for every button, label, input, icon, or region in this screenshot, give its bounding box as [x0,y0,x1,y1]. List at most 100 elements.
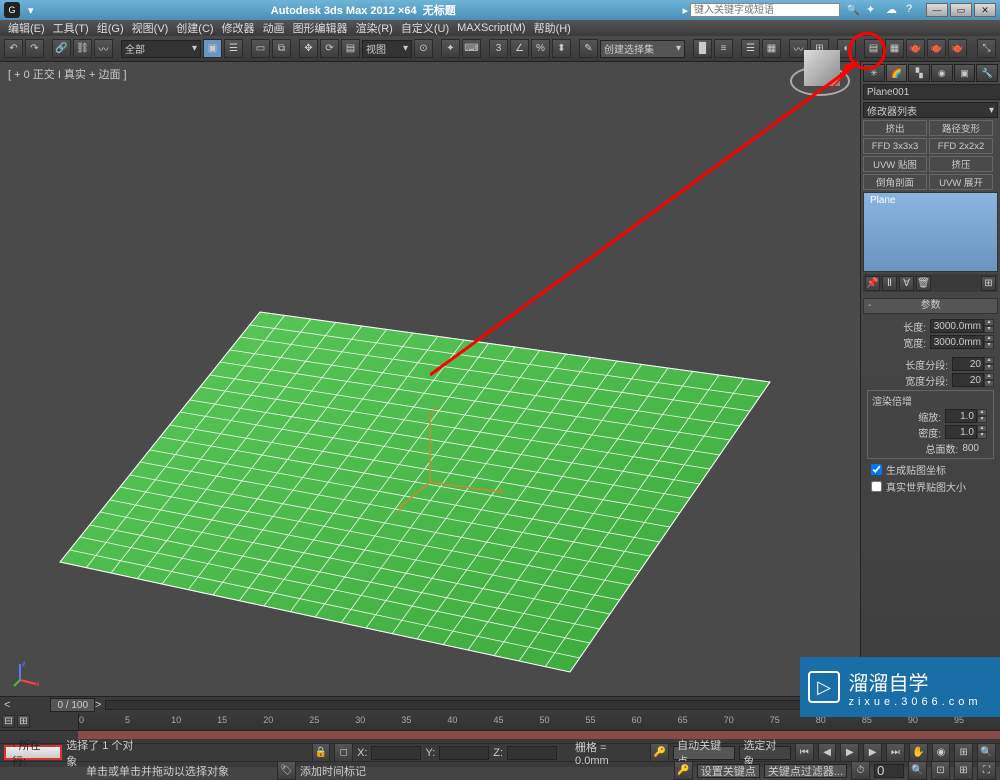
nav-fov-button[interactable]: 🔍 [977,743,996,762]
pivot-center-button[interactable]: ⊙ [414,39,433,58]
mirror-button[interactable]: ▐▌ [693,39,712,58]
keyboard-shortcut-button[interactable]: ⌨ [462,39,481,58]
link-button[interactable]: 🔗 [52,39,71,58]
btn-uvw-unwrap[interactable]: UVW 展开 [929,174,993,190]
nav-dolly-button[interactable]: ⊞ [954,743,973,762]
nav-zoomext-button[interactable]: ⊞ [954,761,973,780]
btn-ffd3[interactable]: FFD 3x3x3 [863,138,927,154]
edit-named-sel-button[interactable]: ✎ [579,39,598,58]
nav-arc-button[interactable]: ◉ [932,743,951,762]
timeline-icon-1[interactable]: ⊟ [2,715,15,728]
menu-customize[interactable]: 自定义(U) [399,20,451,36]
remove-modifier-button[interactable]: 🗑 [916,276,931,291]
isolate-button[interactable]: ◻ [334,743,353,762]
set-key-button[interactable]: 设置关键点 [697,764,760,778]
dropdown-icon[interactable]: ▾ [28,4,40,16]
btn-uvw-map[interactable]: UVW 贴图 [863,156,927,172]
viewport[interactable]: [ + 0 正交 I 真实 + 边面 ] [0,62,860,696]
btn-path-deform[interactable]: 路径变形 [929,120,993,136]
sel-set-dropdown[interactable]: 选定对象 [739,746,790,760]
spin-up[interactable]: ▴ [984,357,994,364]
wseg-input[interactable] [952,373,984,387]
unlink-button[interactable]: ⛓ [73,39,92,58]
x-coord-input[interactable] [371,746,421,760]
modifier-stack[interactable]: Plane [863,192,998,272]
z-coord-input[interactable] [507,746,557,760]
time-config-button[interactable]: ⏱ [851,761,870,780]
configure-modifier-button[interactable]: ⊞ [981,276,996,291]
graphite-button[interactable]: ▦ [762,39,781,58]
modifier-stack-item[interactable]: Plane [864,193,997,208]
spinner-snap-button[interactable]: ⬍ [552,39,571,58]
move-button[interactable]: ✥ [299,39,318,58]
length-input[interactable] [930,319,984,333]
menu-render[interactable]: 渲染(R) [354,20,395,36]
toolbar-end-button[interactable]: ⤡ [977,39,996,58]
minimize-button[interactable]: — [926,3,948,17]
percent-snap-button[interactable]: % [531,39,550,58]
add-time-tag-label[interactable]: 添加时间标记 [300,763,366,779]
tab-create[interactable]: ✳ [863,64,885,82]
btn-squeeze[interactable]: 挤压 [929,156,993,172]
prev-frame-button[interactable]: ◀ [818,743,837,762]
render-iterative-button[interactable]: 🫖 [948,39,967,58]
rotate-button[interactable]: ⟳ [320,39,339,58]
render-production-button[interactable]: 🫖 [927,39,946,58]
spin-up[interactable]: ▴ [984,335,994,342]
real-world-checkbox[interactable] [871,481,882,492]
rect-select-button[interactable]: ▭ [251,39,270,58]
nav-maximize-button[interactable]: ⛶ [977,761,996,780]
next-frame-button[interactable]: ▶ [863,743,882,762]
ref-coord-dropdown[interactable]: 视图▾ [362,40,412,58]
density-input[interactable] [945,425,977,439]
favorites-icon[interactable]: ✦ [866,3,880,17]
btn-chamfer[interactable]: 倒角剖面 [863,174,927,190]
viewport-label[interactable]: [ + 0 正交 I 真实 + 边面 ] [8,66,127,82]
tab-utilities[interactable]: 🔧 [976,64,998,82]
pin-stack-button[interactable]: 📌 [865,276,880,291]
spin-down[interactable]: ▾ [977,416,987,423]
menu-modifiers[interactable]: 修改器 [220,20,257,36]
btn-extrude[interactable]: 挤出 [863,120,927,136]
btn-ffd2[interactable]: FFD 2x2x2 [929,138,993,154]
goto-end-button[interactable]: ⏭ [886,743,905,762]
spin-down[interactable]: ▾ [984,380,994,387]
nav-pan-button[interactable]: ✋ [909,743,928,762]
scale-input[interactable] [945,409,977,423]
scale-button[interactable]: ▤ [341,39,360,58]
maximize-button[interactable]: ▭ [950,3,972,17]
binoculars-icon[interactable]: 🔍 [846,3,860,17]
menu-animation[interactable]: 动画 [261,20,287,36]
slider-next-icon[interactable]: > [95,699,101,711]
menu-views[interactable]: 视图(V) [130,20,171,36]
slider-prev-icon[interactable]: < [4,699,10,711]
spin-up[interactable]: ▴ [984,373,994,380]
spin-down[interactable]: ▾ [984,326,994,333]
tab-display[interactable]: ▣ [954,64,976,82]
y-coord-input[interactable] [439,746,489,760]
spin-up[interactable]: ▴ [977,425,987,432]
select-by-name-button[interactable]: ☰ [224,39,243,58]
show-end-result-button[interactable]: Ⅱ [882,276,897,291]
spin-down[interactable]: ▾ [977,432,987,439]
redo-button[interactable]: ↷ [25,39,44,58]
spin-down[interactable]: ▾ [984,364,994,371]
help-search-input[interactable] [690,3,840,17]
menu-help[interactable]: 帮助(H) [532,20,573,36]
tab-hierarchy[interactable]: ▚ [908,64,930,82]
menu-tools[interactable]: 工具(T) [51,20,91,36]
auto-key-button[interactable]: 自动关键点 [673,746,735,760]
viewcube[interactable] [790,66,850,96]
window-crossing-button[interactable]: ⧉ [272,39,291,58]
tab-motion[interactable]: ◉ [931,64,953,82]
modifier-list-dropdown[interactable]: 修改器列表▾ [863,102,998,118]
angle-snap-button[interactable]: ∠ [510,39,529,58]
render-setup-button[interactable]: ▤ [864,39,883,58]
lock-selection-button[interactable]: 🔒 [312,743,331,762]
key-filter-button[interactable]: 关键点过滤器... [764,764,847,778]
help-icon[interactable]: ? [906,3,920,17]
time-slider[interactable]: 0 / 100 [50,698,95,712]
track-bar[interactable] [78,731,1000,739]
time-tag-button[interactable]: 🏷 [277,761,296,780]
undo-button[interactable]: ↶ [4,39,23,58]
